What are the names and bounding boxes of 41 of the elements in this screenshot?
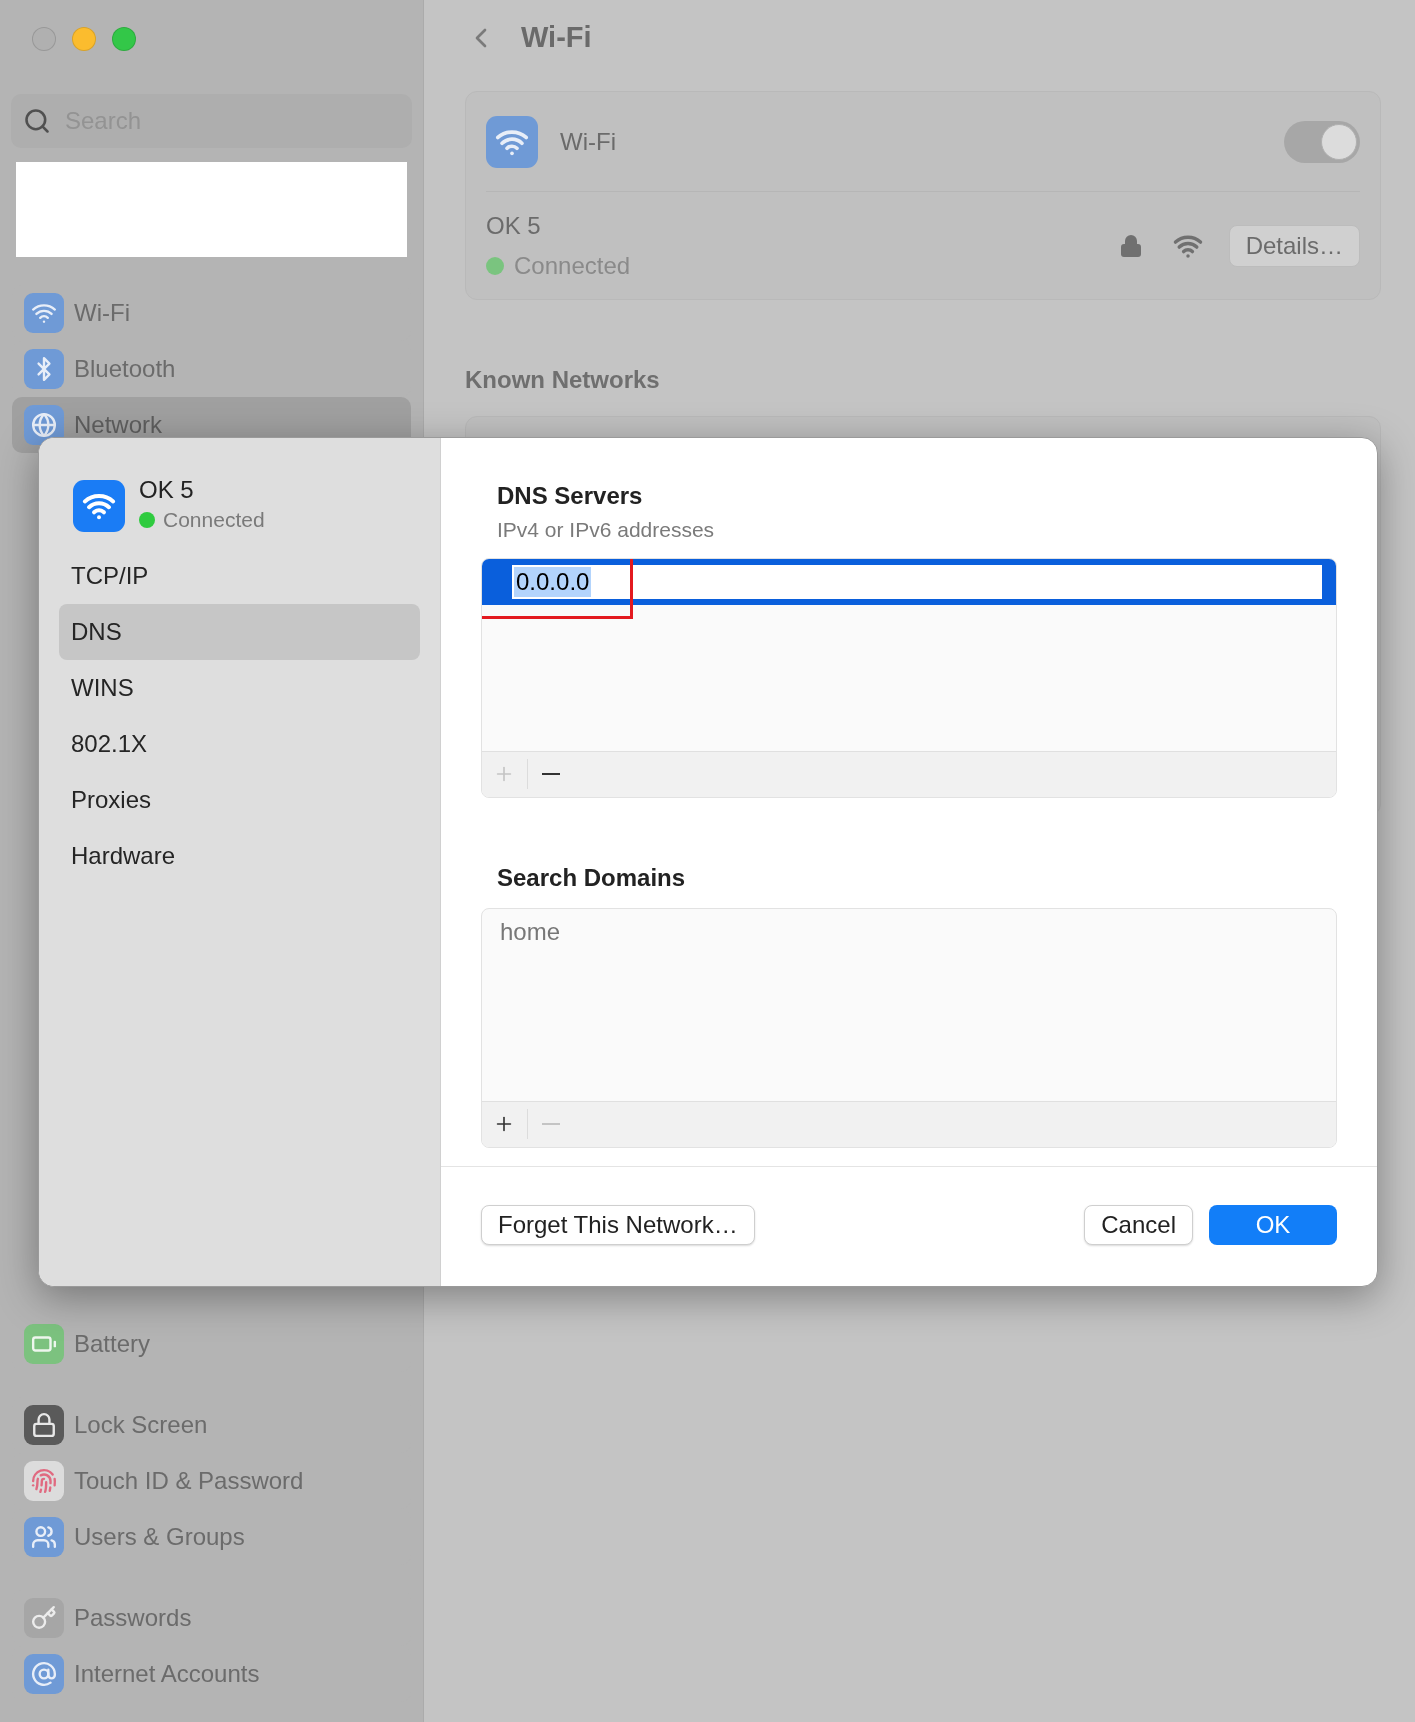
- users-icon: [24, 1517, 64, 1557]
- section-heading: Known Networks: [465, 365, 661, 395]
- section-subtitle: IPv4 or IPv6 addresses: [496, 517, 716, 543]
- search-icon: [23, 107, 51, 135]
- key-icon: [24, 1598, 64, 1638]
- list-row[interactable]: home: [482, 908, 1336, 955]
- nav-item[interactable]: WINS: [59, 659, 420, 716]
- nav-item[interactable]: TCP/IP: [59, 547, 420, 604]
- section-heading: DNS Servers: [496, 481, 644, 511]
- wifi-label: Wi-Fi: [560, 126, 616, 157]
- window-button[interactable]: [32, 27, 56, 51]
- ok-button[interactable]: OK: [1209, 1204, 1337, 1245]
- battery-icon: [24, 1324, 64, 1364]
- section-heading: Search Domains: [496, 862, 687, 893]
- bluetooth-icon: [24, 349, 64, 389]
- nav-item[interactable]: DNS: [59, 603, 420, 660]
- fingerprint-icon: [24, 1461, 64, 1501]
- globe-icon: [24, 405, 64, 445]
- status-text: Connected: [163, 507, 265, 533]
- wifi-icon: [486, 115, 538, 168]
- list-row[interactable]: 0.0.0.0: [482, 558, 1336, 605]
- lock-icon: [1118, 232, 1143, 259]
- details-button[interactable]: Details…: [1228, 224, 1360, 267]
- minus-icon: [542, 1123, 560, 1125]
- wifi-icon: [73, 479, 125, 532]
- dialog-button[interactable]: Cancel: [1084, 1204, 1193, 1245]
- dialog-button[interactable]: Forget This Network…: [481, 1204, 755, 1245]
- nav-item[interactable]: Hardware: [59, 827, 420, 884]
- wifi-icon: [24, 293, 64, 333]
- at-sign-icon: [24, 1654, 64, 1694]
- lock-icon: [24, 1405, 64, 1445]
- page-title: Wi-Fi: [521, 20, 592, 56]
- network-name: OK 5: [139, 476, 195, 504]
- toggle-switch[interactable]: [1284, 120, 1360, 163]
- nav-item[interactable]: Proxies: [59, 771, 420, 828]
- nav-item[interactable]: 802.1X: [59, 715, 420, 772]
- window-button[interactable]: [112, 27, 136, 51]
- minus-icon: [542, 773, 560, 775]
- window-button[interactable]: [72, 27, 96, 51]
- network-name: OK 5: [486, 210, 542, 241]
- input-field[interactable]: 0.0.0.0: [512, 564, 1322, 599]
